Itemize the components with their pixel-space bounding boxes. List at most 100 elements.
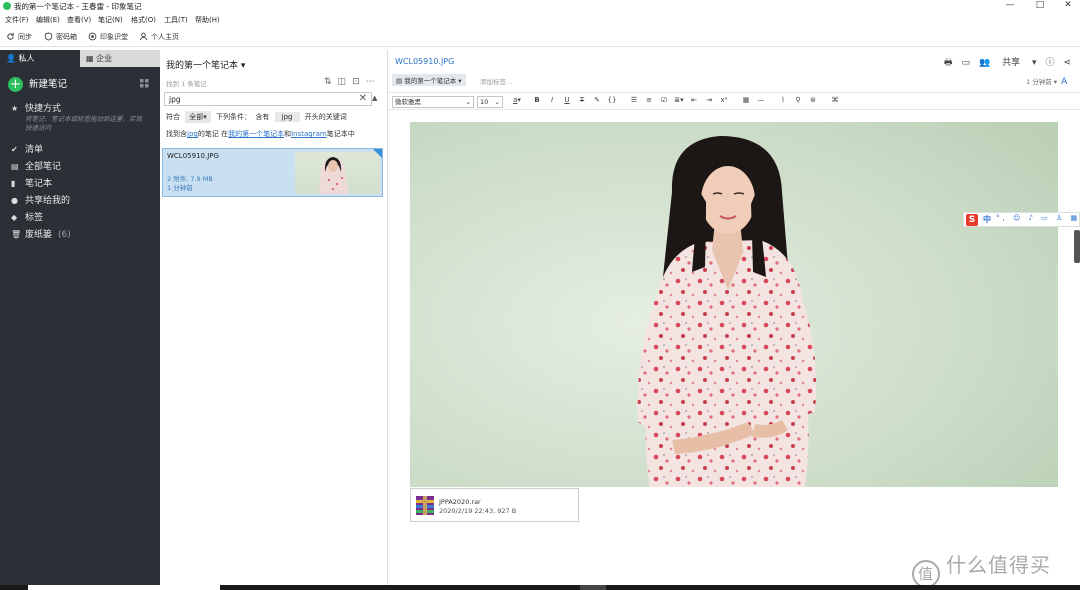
search-conditions: 符合 全部▾ 下列条件： 含有 jpg 开头的关键词 bbox=[166, 111, 347, 123]
info-icon[interactable]: ⓘ bbox=[1046, 58, 1055, 68]
font-a-icon[interactable]: A bbox=[1061, 77, 1067, 87]
sidebar-item-tags[interactable]: ◆ 标签 bbox=[11, 210, 43, 223]
strikethrough-icon[interactable]: T bbox=[575, 96, 589, 104]
mic-icon[interactable]: ⚲ bbox=[791, 96, 805, 104]
add-tag-input[interactable]: 添加标签... bbox=[480, 76, 512, 86]
watermark: 值什么值得买 bbox=[912, 549, 1051, 588]
menu-help[interactable]: 帮助(H) bbox=[195, 15, 220, 25]
italic-icon[interactable]: I bbox=[545, 96, 559, 104]
share-link-icon[interactable]: ⋖ bbox=[1064, 58, 1072, 68]
menu-view[interactable]: 查看(V) bbox=[67, 15, 91, 25]
search-box[interactable]: jpg ✕ bbox=[164, 92, 372, 106]
note-image[interactable] bbox=[410, 122, 1058, 487]
keyword-chip[interactable]: jpg bbox=[274, 112, 300, 122]
ime-tools[interactable]: °, ☺ ♪ ▭ ♙ ▦ ▩ bbox=[996, 214, 1080, 222]
trash-count: (6) bbox=[58, 230, 71, 240]
font-family-select[interactable]: 微软雅黑 ⌄ bbox=[392, 96, 474, 108]
checkbox-icon[interactable]: ☑ bbox=[657, 96, 671, 104]
highlight-icon[interactable]: ✎ bbox=[590, 96, 604, 104]
notebook-selector[interactable]: ▤ 我的第一个笔记本 ▾ bbox=[392, 74, 466, 86]
workchat-button[interactable]: 印象识堂 bbox=[88, 32, 128, 42]
sync-button[interactable]: 同步 bbox=[6, 32, 32, 42]
minimize-button[interactable]: — bbox=[1000, 0, 1020, 12]
close-button[interactable]: ✕ bbox=[1058, 0, 1078, 12]
list-options: ⇅◫⊡⋯ bbox=[324, 77, 381, 87]
menu-edit[interactable]: 编辑(E) bbox=[36, 15, 60, 25]
sidebar-item-shared[interactable]: ● 共享给我的 bbox=[11, 193, 70, 206]
numbered-list-icon[interactable]: ≡ bbox=[642, 96, 656, 104]
notebook-link-1[interactable]: 我的第一个笔记本 bbox=[228, 130, 284, 138]
print-icon[interactable]: 🖶 bbox=[944, 58, 953, 68]
view-icon[interactable]: ◫ bbox=[338, 77, 353, 87]
note-title-field[interactable]: WCL05910.JPG bbox=[395, 57, 454, 66]
search-input[interactable]: jpg bbox=[169, 95, 181, 104]
taskbar-search[interactable] bbox=[28, 585, 220, 590]
sidebar-item-all-notes[interactable]: ▤ 全部笔记 bbox=[11, 159, 61, 172]
bold-icon[interactable]: B bbox=[530, 96, 544, 104]
menu-format[interactable]: 格式(O) bbox=[131, 15, 156, 25]
align-icon[interactable]: ≣▾ bbox=[672, 96, 686, 104]
bullet-list-icon[interactable]: ☰ bbox=[627, 96, 641, 104]
sync-icon bbox=[7, 32, 14, 40]
notebook-title-dropdown[interactable]: 我的第一个笔记本 ▾ bbox=[166, 58, 245, 71]
encrypt-icon[interactable]: ⊛ bbox=[806, 96, 820, 104]
font-size-select[interactable]: 10 ⌄ bbox=[477, 96, 503, 108]
grid-icon[interactable] bbox=[140, 79, 149, 88]
keyword-link[interactable]: jpg bbox=[187, 130, 198, 138]
indent-icon[interactable]: ⇥ bbox=[702, 96, 716, 104]
sidebar: 👤 私人 ▦ 企业 + 新建笔记 ★ 快捷方式 将笔记、笔记本或标签拖动到这里，实现… bbox=[0, 50, 160, 586]
account-tabs: 👤 私人 ▦ 企业 bbox=[0, 50, 160, 67]
table-icon[interactable]: ▦ bbox=[739, 96, 753, 104]
menu-note[interactable]: 笔记(N) bbox=[98, 15, 123, 25]
evernote-logo-icon bbox=[3, 2, 11, 10]
caret-down-icon: ▾ bbox=[240, 61, 246, 71]
note-thumbnail bbox=[295, 152, 380, 194]
menu-file[interactable]: 文件(F) bbox=[5, 15, 29, 25]
taskbar bbox=[0, 585, 1080, 590]
divider-icon[interactable]: — bbox=[754, 96, 768, 104]
text-color-icon[interactable]: a▾ bbox=[510, 96, 524, 104]
sidebar-item-shortcuts[interactable]: ★ 快捷方式 bbox=[11, 101, 61, 114]
attachment-card[interactable]: JPPA2020.rar 2020/2/19 22:43, 927 B bbox=[410, 488, 579, 522]
match-dropdown[interactable]: 全部▾ bbox=[185, 111, 211, 123]
vault-button[interactable]: 密码箱 bbox=[44, 32, 77, 42]
star-icon: ★ bbox=[11, 104, 19, 113]
shared-icon: ● bbox=[11, 196, 18, 205]
side-scroll-handle[interactable] bbox=[1074, 230, 1080, 263]
code-icon[interactable]: {} bbox=[605, 96, 619, 104]
lock-icon[interactable]: ⊡ bbox=[352, 77, 366, 87]
sogou-logo-icon[interactable]: S bbox=[966, 214, 978, 226]
tab-business[interactable]: ▦ 企业 bbox=[80, 50, 160, 67]
more-icon[interactable]: ⋯ bbox=[366, 77, 381, 87]
notebook-link-2[interactable]: Instagram bbox=[291, 130, 327, 138]
share-button[interactable]: 👥 共享 ▾ bbox=[979, 58, 1037, 68]
found-count: 找到 1 条笔记 bbox=[166, 80, 207, 88]
sidebar-item-notebooks[interactable]: ▮ 笔记本 bbox=[11, 176, 52, 189]
ime-chinese-mode[interactable]: 中 bbox=[983, 214, 991, 225]
note-list-panel: 我的第一个笔记本 ▾ 找到 1 条笔记 ⇅◫⊡⋯ jpg ✕ ▲ 符合 全部▾ … bbox=[160, 50, 388, 586]
sidebar-item-trash[interactable]: 🗑 废纸篓 (6) bbox=[11, 227, 71, 240]
underline-icon[interactable]: U bbox=[560, 96, 574, 104]
tab-personal[interactable]: 👤 私人 bbox=[0, 50, 80, 67]
list-item[interactable]: WCL05910.JPG 2 附件, 7.9 MB 1 分钟前 bbox=[162, 148, 383, 197]
sort-icon[interactable]: ⇅ bbox=[324, 77, 338, 87]
new-note-button[interactable]: + 新建笔记 bbox=[8, 76, 67, 92]
collapse-icon[interactable]: ▲ bbox=[372, 94, 377, 102]
profile-button[interactable]: 个人主页 bbox=[139, 32, 179, 42]
title-bar: 我的第一个笔记本 - 王春雷 - 印象笔记 — □ ✕ bbox=[0, 0, 1080, 13]
all-notes-icon: ▤ bbox=[11, 162, 19, 171]
trash-icon: 🗑 bbox=[11, 230, 22, 239]
outdent-icon[interactable]: ⇤ bbox=[687, 96, 701, 104]
person-icon: 👤 bbox=[6, 54, 16, 63]
menu-tools[interactable]: 工具(T) bbox=[164, 15, 188, 25]
attach-icon[interactable]: ⌇ bbox=[776, 96, 790, 104]
taskbar-app[interactable] bbox=[580, 585, 606, 590]
superscript-icon[interactable]: x² bbox=[717, 96, 731, 104]
tag-icon: ◆ bbox=[11, 213, 18, 222]
shortcuts-hint: 将笔记、笔记本或标签拖动到这里，实现快速访问 bbox=[25, 115, 142, 132]
maximize-button[interactable]: □ bbox=[1030, 0, 1050, 12]
sidebar-item-checklist[interactable]: ✔ 清单 bbox=[11, 142, 43, 155]
present-icon[interactable]: ▭ bbox=[962, 58, 971, 68]
clear-search-icon[interactable]: ✕ bbox=[359, 93, 367, 104]
clear-format-icon[interactable]: ⌘ bbox=[828, 96, 842, 104]
